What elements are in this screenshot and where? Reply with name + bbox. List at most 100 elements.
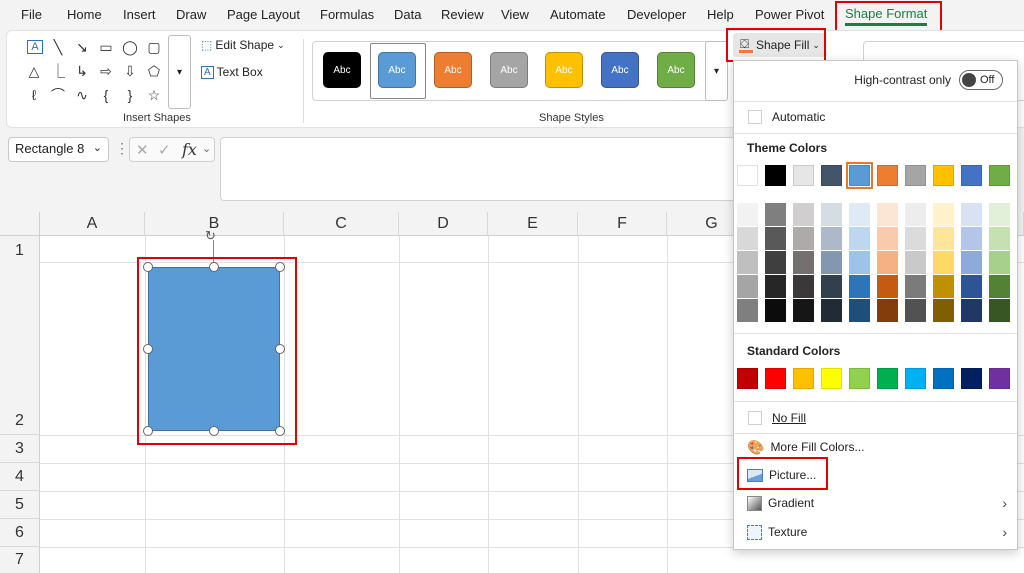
theme-shade-swatch[interactable]	[793, 299, 814, 322]
automatic-menu-item[interactable]: Automatic	[734, 103, 1017, 131]
row-header-2[interactable]: 2	[0, 407, 40, 435]
more-options-icon[interactable]: ⋮	[115, 140, 129, 157]
theme-shade-swatch[interactable]	[989, 203, 1010, 226]
column-header-f[interactable]: F	[578, 212, 667, 236]
elbow-connector-shape-icon[interactable]: ⎿	[47, 61, 69, 81]
theme-shade-swatch[interactable]	[933, 275, 954, 298]
theme-color-swatch[interactable]	[737, 165, 758, 186]
standard-color-swatch[interactable]	[933, 368, 954, 389]
theme-shade-swatch[interactable]	[905, 203, 926, 226]
resize-handle[interactable]	[209, 426, 219, 436]
name-box[interactable]: Rectangle 8 ⌄	[8, 137, 109, 162]
tab-file[interactable]: File	[21, 7, 42, 22]
texture-menu-item[interactable]: Texture ›	[734, 518, 1017, 546]
theme-shade-swatch[interactable]	[849, 275, 870, 298]
theme-shade-swatch[interactable]	[961, 251, 982, 274]
shape-style-5[interactable]: Abc	[545, 52, 583, 88]
theme-color-swatch[interactable]	[793, 165, 814, 186]
theme-shade-swatch[interactable]	[961, 299, 982, 322]
resize-handle[interactable]	[209, 262, 219, 272]
theme-shade-swatch[interactable]	[765, 203, 786, 226]
theme-shade-swatch[interactable]	[877, 275, 898, 298]
insert-function-icon[interactable]: fx	[182, 140, 197, 159]
column-header-e[interactable]: E	[488, 212, 578, 236]
standard-color-swatch[interactable]	[877, 368, 898, 389]
theme-shade-swatch[interactable]	[877, 251, 898, 274]
tab-shape-format[interactable]: Shape Format	[845, 6, 928, 26]
tab-formulas[interactable]: Formulas	[320, 7, 374, 22]
shape-styles-more-button[interactable]: ▾	[705, 41, 728, 101]
theme-shade-swatch[interactable]	[989, 227, 1010, 250]
theme-shade-swatch[interactable]	[989, 251, 1010, 274]
theme-shade-swatch[interactable]	[905, 251, 926, 274]
theme-shade-swatch[interactable]	[737, 275, 758, 298]
resize-handle[interactable]	[143, 344, 153, 354]
flowchart-shape-icon[interactable]: ⬠	[143, 61, 165, 81]
tab-power-pivot[interactable]: Power Pivot	[755, 7, 824, 22]
tab-help[interactable]: Help	[707, 7, 734, 22]
theme-shade-swatch[interactable]	[849, 251, 870, 274]
gradient-menu-item[interactable]: Gradient ›	[734, 489, 1017, 517]
resize-handle[interactable]	[143, 262, 153, 272]
row-header-4[interactable]: 4	[0, 463, 40, 491]
resize-handle[interactable]	[143, 426, 153, 436]
edit-shape-button[interactable]: ⬚ Edit Shape ⌄	[201, 38, 285, 52]
theme-shade-swatch[interactable]	[765, 251, 786, 274]
theme-shade-swatch[interactable]	[905, 275, 926, 298]
standard-color-swatch[interactable]	[793, 368, 814, 389]
theme-shade-swatch[interactable]	[933, 251, 954, 274]
theme-shade-swatch[interactable]	[793, 227, 814, 250]
select-all-corner[interactable]	[0, 212, 40, 236]
shape-style-6[interactable]: Abc	[601, 52, 639, 88]
right-arrow-shape-icon[interactable]: ⇨	[95, 61, 117, 81]
shape-fill-button[interactable]: ⛋ Shape Fill ⌄	[733, 33, 825, 57]
enter-icon[interactable]: ✓	[158, 141, 171, 159]
arrow-line-shape-icon[interactable]: ↘	[71, 37, 93, 57]
theme-color-swatch[interactable]	[961, 165, 982, 186]
theme-color-swatch[interactable]	[765, 165, 786, 186]
more-fill-colors-menu-item[interactable]: 🎨 More Fill Colors...	[734, 433, 1017, 461]
star-shape-icon[interactable]: ☆	[143, 85, 165, 105]
tab-developer[interactable]: Developer	[627, 7, 686, 22]
resize-handle[interactable]	[275, 426, 285, 436]
theme-shade-swatch[interactable]	[849, 203, 870, 226]
tab-data[interactable]: Data	[394, 7, 421, 22]
left-brace-shape-icon[interactable]: {	[95, 85, 117, 105]
shape-style-4[interactable]: Abc	[490, 52, 528, 88]
theme-shade-swatch[interactable]	[793, 275, 814, 298]
theme-shade-swatch[interactable]	[737, 227, 758, 250]
standard-color-swatch[interactable]	[989, 368, 1010, 389]
shape-style-3[interactable]: Abc	[434, 52, 472, 88]
theme-shade-swatch[interactable]	[765, 275, 786, 298]
tab-review[interactable]: Review	[441, 7, 484, 22]
row-header-7[interactable]: 7	[0, 547, 40, 573]
column-header-c[interactable]: C	[284, 212, 399, 236]
standard-color-swatch[interactable]	[849, 368, 870, 389]
no-fill-menu-item[interactable]: No Fill	[734, 404, 1017, 432]
row-header-6[interactable]: 6	[0, 519, 40, 547]
theme-shade-swatch[interactable]	[765, 227, 786, 250]
theme-shade-swatch[interactable]	[737, 251, 758, 274]
right-brace-shape-icon[interactable]: }	[119, 85, 141, 105]
rotate-handle-icon[interactable]: ↻	[205, 228, 216, 244]
formula-input[interactable]	[220, 137, 740, 201]
text-box-shape-icon[interactable]: A	[27, 40, 43, 54]
theme-shade-swatch[interactable]	[821, 299, 842, 322]
standard-color-swatch[interactable]	[765, 368, 786, 389]
tab-page-layout[interactable]: Page Layout	[227, 7, 300, 22]
resize-handle[interactable]	[275, 344, 285, 354]
theme-color-swatch[interactable]	[846, 162, 873, 189]
theme-shade-swatch[interactable]	[989, 275, 1010, 298]
theme-shade-swatch[interactable]	[961, 203, 982, 226]
triangle-shape-icon[interactable]: △	[23, 61, 45, 81]
theme-shade-swatch[interactable]	[737, 203, 758, 226]
standard-color-swatch[interactable]	[737, 368, 758, 389]
theme-shade-swatch[interactable]	[821, 251, 842, 274]
theme-shade-swatch[interactable]	[961, 275, 982, 298]
high-contrast-toggle[interactable]: Off	[959, 70, 1003, 90]
theme-shade-swatch[interactable]	[877, 227, 898, 250]
theme-shade-swatch[interactable]	[849, 299, 870, 322]
column-header-d[interactable]: D	[399, 212, 488, 236]
theme-shade-swatch[interactable]	[877, 299, 898, 322]
theme-color-swatch[interactable]	[821, 165, 842, 186]
